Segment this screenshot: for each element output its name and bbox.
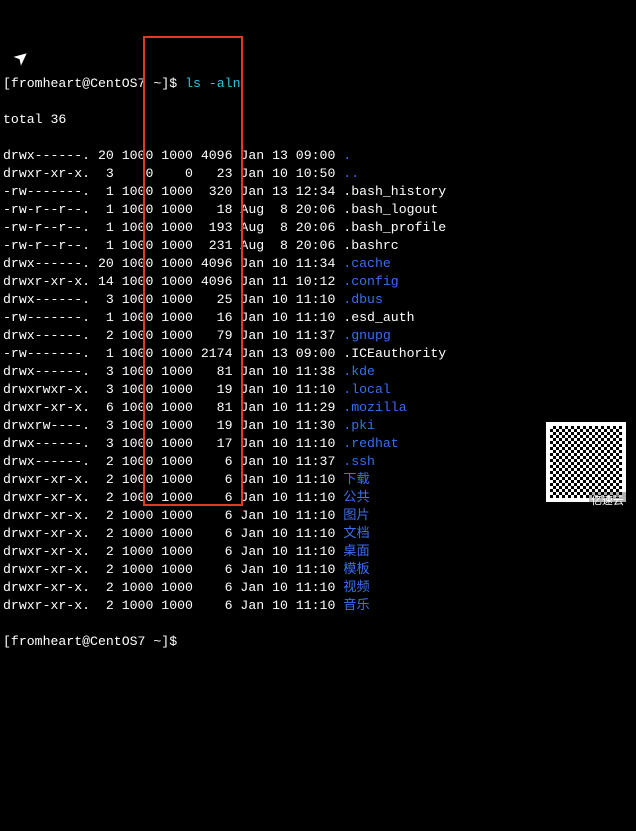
row-filename: .mozilla	[343, 400, 406, 415]
row-filename: .redhat	[343, 436, 398, 451]
listing-row: -rw-r--r--. 1 1000 1000 231 Aug 8 20:06 …	[3, 237, 633, 255]
mouse-cursor-icon: ➤	[11, 47, 34, 70]
row-meta: -rw-r--r--. 1 1000 1000 18 Aug 8 20:06	[3, 202, 343, 217]
listing-row: drwxr-xr-x. 3 0 0 23 Jan 10 10:50 ..	[3, 165, 633, 183]
listing-row: -rw-------. 1 1000 1000 2174 Jan 13 09:0…	[3, 345, 633, 363]
row-filename: 模板	[343, 562, 369, 577]
row-meta: drwxr-xr-x. 3 0 0 23 Jan 10 10:50	[3, 166, 343, 181]
row-filename: .	[343, 148, 351, 163]
prompt-user: fromheart	[11, 76, 82, 91]
listing-row: drwxr-xr-x. 2 1000 1000 6 Jan 10 11:10 视…	[3, 579, 633, 597]
row-filename: 桌面	[343, 544, 369, 559]
listing-row: drwx------. 2 1000 1000 6 Jan 10 11:37 .…	[3, 453, 633, 471]
row-filename: 视频	[343, 580, 369, 595]
row-meta: drwx------. 20 1000 1000 4096 Jan 10 11:…	[3, 256, 343, 271]
listing-row: -rw-r--r--. 1 1000 1000 18 Aug 8 20:06 .…	[3, 201, 633, 219]
row-filename: .ICEauthority	[343, 346, 446, 361]
listing-rows: drwx------. 20 1000 1000 4096 Jan 13 09:…	[3, 147, 633, 615]
row-filename: .bash_logout	[343, 202, 438, 217]
listing-row: drwxr-xr-x. 2 1000 1000 6 Jan 10 11:10 音…	[3, 597, 633, 615]
command-text: ls -aln	[185, 76, 240, 91]
row-meta: drwxr-xr-x. 2 1000 1000 6 Jan 10 11:10	[3, 490, 343, 505]
row-filename: ..	[343, 166, 359, 181]
row-meta: -rw-r--r--. 1 1000 1000 193 Aug 8 20:06	[3, 220, 343, 235]
row-filename: .dbus	[343, 292, 383, 307]
row-filename: .bash_history	[343, 184, 446, 199]
row-filename: .cache	[343, 256, 390, 271]
row-filename: .gnupg	[343, 328, 390, 343]
listing-row: drwx------. 2 1000 1000 79 Jan 10 11:37 …	[3, 327, 633, 345]
row-meta: -rw-------. 1 1000 1000 320 Jan 13 12:34	[3, 184, 343, 199]
listing-row: drwx------. 3 1000 1000 25 Jan 10 11:10 …	[3, 291, 633, 309]
listing-row: drwxr-xr-x. 2 1000 1000 6 Jan 10 11:10 下…	[3, 471, 633, 489]
listing-row: drwxr-xr-x. 2 1000 1000 6 Jan 10 11:10 文…	[3, 525, 633, 543]
listing-row: -rw-------. 1 1000 1000 320 Jan 13 12:34…	[3, 183, 633, 201]
row-filename: .bashrc	[343, 238, 398, 253]
row-meta: drwxr-xr-x. 14 1000 1000 4096 Jan 11 10:…	[3, 274, 343, 289]
listing-row: -rw-------. 1 1000 1000 16 Jan 10 11:10 …	[3, 309, 633, 327]
row-filename: .pki	[343, 418, 375, 433]
row-meta: drwxr-xr-x. 2 1000 1000 6 Jan 10 11:10	[3, 598, 343, 613]
listing-row: drwx------. 3 1000 1000 17 Jan 10 11:10 …	[3, 435, 633, 453]
row-meta: drwx------. 2 1000 1000 79 Jan 10 11:37	[3, 328, 343, 343]
row-filename: .local	[343, 382, 390, 397]
row-meta: drwxr-xr-x. 2 1000 1000 6 Jan 10 11:10	[3, 508, 343, 523]
row-filename: 公共	[343, 490, 369, 505]
row-meta: -rw-------. 1 1000 1000 2174 Jan 13 09:0…	[3, 346, 343, 361]
row-meta: drwxr-xr-x. 2 1000 1000 6 Jan 10 11:10	[3, 544, 343, 559]
row-meta: drwxrwxr-x. 3 1000 1000 19 Jan 10 11:10	[3, 382, 343, 397]
row-meta: drwx------. 3 1000 1000 81 Jan 10 11:38	[3, 364, 343, 379]
row-meta: drwxr-xr-x. 6 1000 1000 81 Jan 10 11:29	[3, 400, 343, 415]
total-line: total 36	[3, 111, 633, 129]
qr-code-icon	[546, 422, 626, 502]
row-meta: drwx------. 3 1000 1000 17 Jan 10 11:10	[3, 436, 343, 451]
row-meta: -rw-r--r--. 1 1000 1000 231 Aug 8 20:06	[3, 238, 343, 253]
listing-row: drwx------. 3 1000 1000 81 Jan 10 11:38 …	[3, 363, 633, 381]
listing-row: drwxr-xr-x. 2 1000 1000 6 Jan 10 11:10 桌…	[3, 543, 633, 561]
row-filename: .config	[343, 274, 398, 289]
row-meta: drwx------. 3 1000 1000 25 Jan 10 11:10	[3, 292, 343, 307]
row-meta: drwx------. 20 1000 1000 4096 Jan 13 09:…	[3, 148, 343, 163]
listing-row: drwxr-xr-x. 2 1000 1000 6 Jan 10 11:10 模…	[3, 561, 633, 579]
row-filename: .esd_auth	[343, 310, 414, 325]
listing-row: drwxrw----. 3 1000 1000 19 Jan 10 11:30 …	[3, 417, 633, 435]
listing-row: drwxr-xr-x. 2 1000 1000 6 Jan 10 11:10 图…	[3, 507, 633, 525]
row-filename: 音乐	[343, 598, 369, 613]
row-meta: drwxrw----. 3 1000 1000 19 Jan 10 11:30	[3, 418, 343, 433]
row-filename: .bash_profile	[343, 220, 446, 235]
listing-row: drwxrwxr-x. 3 1000 1000 19 Jan 10 11:10 …	[3, 381, 633, 399]
trailing-prompt[interactable]: [fromheart@CentOS7 ~]$	[3, 633, 633, 651]
listing-row: -rw-r--r--. 1 1000 1000 193 Aug 8 20:06 …	[3, 219, 633, 237]
row-meta: drwxr-xr-x. 2 1000 1000 6 Jan 10 11:10	[3, 562, 343, 577]
watermark-label: 亿速云	[589, 492, 626, 512]
row-filename: 下载	[343, 472, 369, 487]
listing-row: drwxr-xr-x. 14 1000 1000 4096 Jan 11 10:…	[3, 273, 633, 291]
row-filename: .ssh	[343, 454, 375, 469]
row-meta: drwx------. 2 1000 1000 6 Jan 10 11:37	[3, 454, 343, 469]
listing-row: drwxr-xr-x. 2 1000 1000 6 Jan 10 11:10 公…	[3, 489, 633, 507]
listing-row: drwx------. 20 1000 1000 4096 Jan 13 09:…	[3, 147, 633, 165]
row-meta: drwxr-xr-x. 2 1000 1000 6 Jan 10 11:10	[3, 580, 343, 595]
prompt-symbol: $	[169, 76, 177, 91]
row-meta: drwxr-xr-x. 2 1000 1000 6 Jan 10 11:10	[3, 472, 343, 487]
prompt-host: CentOS7	[90, 76, 145, 91]
listing-row: drwxr-xr-x. 6 1000 1000 81 Jan 10 11:29 …	[3, 399, 633, 417]
row-meta: drwxr-xr-x. 2 1000 1000 6 Jan 10 11:10	[3, 526, 343, 541]
row-meta: -rw-------. 1 1000 1000 16 Jan 10 11:10	[3, 310, 343, 325]
prompt-line[interactable]: [fromheart@CentOS7 ~]$ ls -aln	[3, 75, 633, 93]
row-filename: .kde	[343, 364, 375, 379]
listing-row: drwx------. 20 1000 1000 4096 Jan 10 11:…	[3, 255, 633, 273]
row-filename: 文档	[343, 526, 369, 541]
row-filename: 图片	[343, 508, 369, 523]
